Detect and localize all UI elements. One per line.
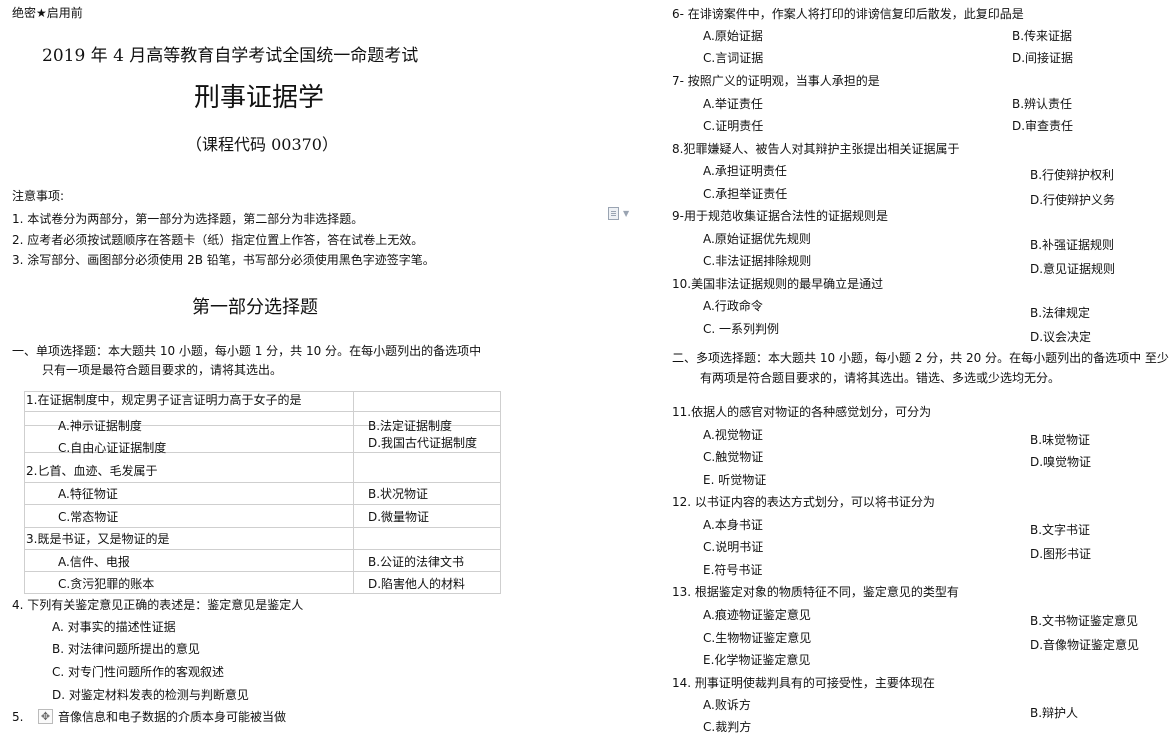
subject-title: 刑事证据学 [194, 83, 325, 113]
option-a: A.本身书证 [703, 518, 763, 532]
option-c: C.生物物证鉴定意见 [703, 631, 812, 645]
option-a: A.视觉物证 [703, 428, 763, 442]
option-b: B.状况物证 [368, 487, 429, 501]
option-b: B.法定证据制度 [368, 419, 453, 433]
option-a: A.原始证据 [703, 29, 763, 43]
option-d: D.陷害他人的材料 [368, 577, 466, 591]
option-c: C. 对专门性问题所作的客观叙述 [52, 665, 225, 679]
option-e: E.符号书证 [703, 563, 763, 577]
option-b: B.辨认责任 [1012, 97, 1073, 111]
option-b: B.文书物证鉴定意见 [1030, 614, 1139, 628]
question-stem: 9-用于规范收集证据合法性的证据规则是 [672, 209, 888, 223]
option-b: B.辩护人 [1030, 706, 1079, 720]
option-b: B.公证的法律文书 [368, 555, 465, 569]
course-code: （课程代码 00370） [186, 135, 338, 154]
question-stem: 10.美国非法证据规则的最早确立是通过 [672, 277, 884, 291]
option-a: A. 对事实的描述性证据 [52, 620, 176, 634]
section2-instruction-cont: 有两项是符合题目要求的，请将其选出。错选、多选或少选均无分。 [700, 371, 1061, 385]
note-item: 2. 应考者必须按试题顺序在答题卡（纸）指定位置上作答，答在试卷上无效。 [12, 233, 424, 247]
section1-instruction-cont: 只有一项是最符合题目要求的，请将其选出。 [42, 363, 283, 377]
note-item: 1. 本试卷分为两部分，第一部分为选择题，第二部分为非选择题。 [12, 212, 364, 226]
option-d: D.意见证据规则 [1030, 262, 1116, 276]
option-c: C.贪污犯罪的账本 [58, 577, 155, 591]
question-stem: 7- 按照广义的证明观，当事人承担的是 [672, 74, 880, 88]
section2-instruction: 二、多项选择题：本大题共 10 小题，每小题 2 分，共 20 分。在每小题列出… [672, 351, 1169, 365]
question-stem: 8.犯罪嫌疑人、被告人对其辩护主张提出相关证据属于 [672, 142, 960, 156]
option-b: B.味觉物证 [1030, 433, 1091, 447]
option-d: D.我国古代证据制度 [368, 436, 478, 450]
part1-title: 第一部分选择题 [192, 297, 318, 318]
note-item: 3. 涂写部分、画图部分必须使用 2B 铅笔，书写部分必须使用黑色字迹签字笔。 [12, 253, 435, 267]
question-stem: 11.依据人的感官对物证的各种感觉划分，可分为 [672, 405, 932, 419]
document-edit-icon[interactable] [608, 207, 619, 220]
option-d: D.行使辩护义务 [1030, 193, 1116, 207]
option-c: C. 一系列判例 [703, 322, 780, 336]
option-c: C.承担举证责任 [703, 187, 788, 201]
option-c: C.常态物证 [58, 510, 119, 524]
notes-heading: 注意事项: [12, 189, 65, 203]
option-d: D.图形书证 [1030, 547, 1092, 561]
option-c: C.言词证据 [703, 51, 764, 65]
option-a: A.败诉方 [703, 698, 751, 712]
option-c: C.说明书证 [703, 540, 764, 554]
question-stem: 1.在证据制度中，规定男子证言证明力高于女子的是 [26, 393, 302, 407]
option-c: C.触觉物证 [703, 450, 764, 464]
option-b: B.文字书证 [1030, 523, 1091, 537]
option-d: D.嗅觉物证 [1030, 455, 1092, 469]
question-stem: 12. 以书证内容的表达方式划分，可以将书证分为 [672, 495, 935, 509]
option-a: A.原始证据优先规则 [703, 232, 811, 246]
question-stem: 4. 下列有关鉴定意见正确的表述是：鉴定意见是鉴定人 [12, 598, 304, 612]
chevron-down-icon[interactable]: ▼ [623, 209, 629, 218]
option-b: B. 对法律问题所提出的意见 [52, 642, 200, 656]
section1-instruction: 一、单项选择题：本大题共 10 小题，每小题 1 分，共 10 分。在每小题列出… [12, 344, 482, 358]
question-stem: 13. 根据鉴定对象的物质特征不同，鉴定意见的类型有 [672, 585, 959, 599]
option-d: D.间接证据 [1012, 51, 1074, 65]
option-d: D. 对鉴定材料发表的检测与判断意见 [52, 688, 249, 702]
option-b: B.行使辩护权利 [1030, 168, 1115, 182]
option-a: A.行政命令 [703, 299, 763, 313]
option-a: A.神示证据制度 [58, 419, 142, 433]
option-c: C.自由心证证据制度 [58, 441, 167, 455]
option-a: A.痕迹物证鉴定意见 [703, 608, 811, 622]
move-handle-icon[interactable]: ✥ [38, 709, 53, 724]
option-c: C.证明责任 [703, 119, 764, 133]
question-stem: 6- 在诽谤案件中，作案人将打印的诽谤信复印后散发，此复印品是 [672, 7, 1024, 21]
option-b: B.传来证据 [1012, 29, 1073, 43]
option-a: A.举证责任 [703, 97, 763, 111]
option-a: A.信件、电报 [58, 555, 130, 569]
option-e: E. 听觉物证 [703, 473, 767, 487]
option-d: D.议会决定 [1030, 330, 1092, 344]
option-b: B.补强证据规则 [1030, 238, 1115, 252]
confidential-label: 绝密★启用前 [12, 6, 83, 20]
exam-title: 2019 年 4 月高等教育自学考试全国统一命题考试 [42, 46, 419, 66]
option-c: C.裁判方 [703, 720, 752, 734]
question-stem: 3.既是书证，又是物证的是 [26, 532, 170, 546]
option-c: C.非法证据排除规则 [703, 254, 812, 268]
option-e: E.化学物证鉴定意见 [703, 653, 811, 667]
question-stem: 2.匕首、血迹、毛发属于 [26, 464, 158, 478]
question-number: 5. [12, 710, 24, 724]
question-stem: 14. 刑事证明使裁判具有的可接受性，主要体现在 [672, 676, 935, 690]
option-d: D.审查责任 [1012, 119, 1074, 133]
question-stem: 音像信息和电子数据的介质本身可能被当做 [58, 710, 287, 724]
option-d: D.音像物证鉴定意见 [1030, 638, 1140, 652]
option-a: A.承担证明责任 [703, 164, 787, 178]
option-d: D.微量物证 [368, 510, 430, 524]
option-a: A.特征物证 [58, 487, 118, 501]
option-b: B.法律规定 [1030, 306, 1091, 320]
